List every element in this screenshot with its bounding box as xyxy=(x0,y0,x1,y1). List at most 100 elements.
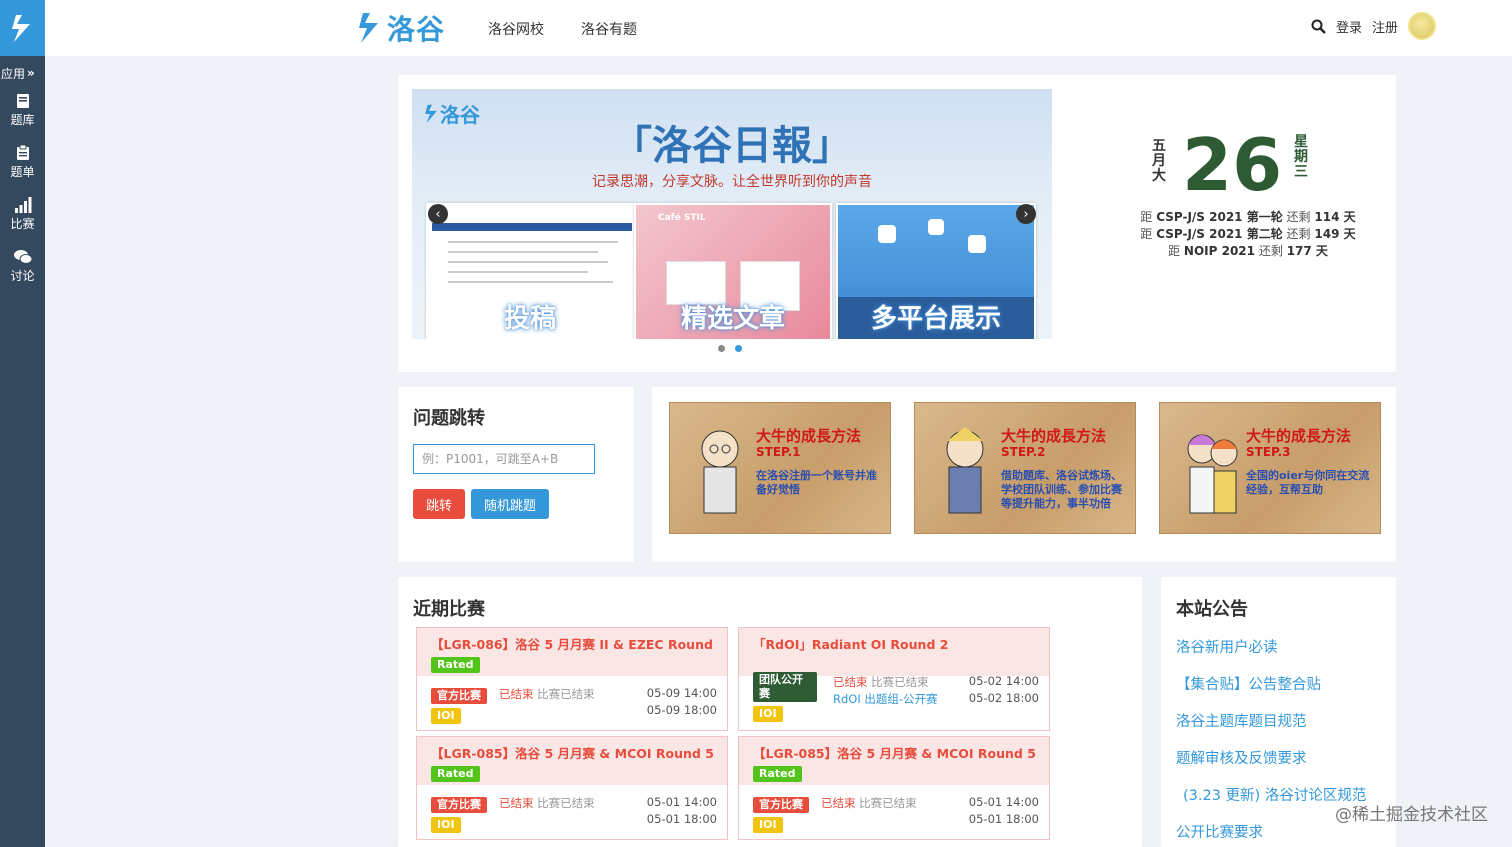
sidebar-item-label: 题库 xyxy=(10,112,35,127)
logo-text: 洛谷 xyxy=(387,13,446,46)
nav-link-school[interactable]: 洛谷网校 xyxy=(488,19,544,39)
avatar[interactable] xyxy=(1408,12,1436,40)
slide-submit[interactable]: 投稿 xyxy=(426,203,634,339)
slide-featured[interactable]: Café STIL 精选文章 xyxy=(634,203,832,339)
countdown-list: 距 CSP-J/S 2021 第一轮 还剩 114 天 距 CSP-J/S 20… xyxy=(1098,209,1398,260)
contest-format-badge: IOI xyxy=(753,817,783,833)
contest-type-badge: 团队公开赛 xyxy=(753,672,817,702)
apps-toggle[interactable]: 应用 » xyxy=(0,56,45,84)
comments-icon xyxy=(13,249,32,264)
countdown-item: 距 NOIP 2021 还剩 177 天 xyxy=(1168,244,1328,258)
search-icon[interactable] xyxy=(1311,19,1326,34)
problem-jump-card: 问题跳转 例：P1001，可跳至A+B 跳转 随机跳题 xyxy=(398,387,634,562)
luogu-logo-icon xyxy=(11,15,30,42)
sidebar-item-contests[interactable]: 比赛 xyxy=(0,188,45,240)
announcements-title: 本站公告 xyxy=(1176,599,1248,620)
recent-contests-title: 近期比赛 xyxy=(413,599,485,620)
jump-button[interactable]: 跳转 xyxy=(413,489,465,519)
carousel-dot[interactable] xyxy=(718,345,725,352)
problem-jump-input[interactable]: 例：P1001，可跳至A+B xyxy=(413,444,595,474)
contest-type-badge: 官方比赛 xyxy=(431,797,487,813)
contest-type-badge: 官方比赛 xyxy=(431,688,487,704)
recent-contests-card: 近期比赛 【LGR-086】洛谷 5 月月赛 II & EZEC Round 8… xyxy=(398,577,1142,847)
cartoon-figure-icon xyxy=(946,427,984,514)
banner-subtitle: 记录思潮，分享文脉。让全世界听到你的声音 xyxy=(592,174,872,190)
sidebar-item-discuss[interactable]: 讨论 xyxy=(0,240,45,292)
sidebar-item-problems[interactable]: 题库 xyxy=(0,84,45,136)
step-image-3[interactable]: 大牛的成長方法 STEP.3 全国的oier与你同在交流经验，互帮互助 xyxy=(1159,402,1381,534)
random-jump-button[interactable]: 随机跳题 xyxy=(471,489,549,519)
step-title: 大牛的成長方法 xyxy=(756,427,862,445)
day-number: 26 xyxy=(1182,123,1283,207)
site-logo[interactable]: 洛谷 xyxy=(357,8,445,48)
lunar-month: 五月大 xyxy=(1152,138,1166,184)
carousel-dot-active[interactable] xyxy=(735,345,742,352)
top-header: 洛谷 洛谷网校 洛谷有题 登录 注册 xyxy=(45,0,1512,56)
step-image-1[interactable]: 大牛的成長方法 STEP.1 在洛谷注册一个账号并准备好觉悟 xyxy=(669,402,891,534)
contest-status: 已结束 比赛已结束 xyxy=(833,675,929,689)
date-display: 五月大 26 星期三 xyxy=(1152,125,1352,205)
step-title: 大牛的成長方法 xyxy=(1001,427,1107,445)
nav-link-youti[interactable]: 洛谷有题 xyxy=(581,19,637,39)
cartoon-figure-icon xyxy=(1187,434,1238,514)
carousel-next-button[interactable]: › xyxy=(1016,204,1036,224)
carousel-prev-button[interactable]: ‹ xyxy=(428,204,448,224)
cartoon-figure-icon xyxy=(701,430,739,514)
step-image-2[interactable]: 大牛的成長方法 STEP.2 借助题库、洛谷试炼场、学校团队训练、参加比赛等提升… xyxy=(914,402,1136,534)
slide-label: 精选文章 xyxy=(680,304,785,334)
rated-badge: Rated xyxy=(753,766,802,782)
contest-name[interactable]: 【LGR-086】洛谷 5 月月赛 II & EZEC Round 8 xyxy=(431,634,713,653)
growth-steps-card: 大牛的成長方法 STEP.1 在洛谷注册一个账号并准备好觉悟 大牛的成長方法 S… xyxy=(652,387,1396,562)
contest-status: 已结束 比赛已结束 xyxy=(499,796,595,810)
step-number: STEP.1 xyxy=(756,445,801,459)
step-description: 在洛谷注册一个账号并准备好觉悟 xyxy=(756,469,877,496)
announcement-link[interactable]: 洛谷新用户必读 xyxy=(1176,636,1278,657)
luogu-logo-icon xyxy=(359,13,378,43)
weekday: 星期三 xyxy=(1294,134,1308,180)
double-chevron-right-icon: » xyxy=(27,66,35,80)
contest-host-link[interactable]: RdOI 出题组-公开赛 xyxy=(833,691,938,707)
contest-status: 已结束 比赛已结束 xyxy=(499,687,595,701)
contest-time: 05-01 14:00 05-01 18:00 xyxy=(968,795,1039,826)
bar-chart-icon xyxy=(14,196,31,213)
register-link[interactable]: 注册 xyxy=(1372,17,1398,36)
contest-card[interactable]: 【LGR-085】洛谷 5 月月赛 & MCOI Round 5 Div.2 R… xyxy=(416,736,728,840)
contest-card[interactable]: 【LGR-085】洛谷 5 月月赛 & MCOI Round 5 Div.1 R… xyxy=(738,736,1050,840)
announcement-link[interactable]: 洛谷主题库题目规范 xyxy=(1176,710,1307,731)
banner-title: 「洛谷日報」 xyxy=(612,122,852,169)
step-number: STEP.2 xyxy=(1001,445,1046,459)
sidebar-item-label: 讨论 xyxy=(10,268,35,283)
contest-time: 05-02 14:00 05-02 18:00 xyxy=(968,674,1039,705)
header-user-area: 登录 注册 xyxy=(1311,12,1436,40)
contest-name[interactable]: 「RdOI」Radiant OI Round 2 xyxy=(753,634,1035,653)
contest-format-badge: IOI xyxy=(431,817,461,833)
step-description: 借助题库、洛谷试炼场、学校团队训练、参加比赛等提升能力，事半功倍 xyxy=(1001,469,1122,510)
slide-caption: Café STIL xyxy=(658,213,706,223)
contest-time: 05-01 14:00 05-01 18:00 xyxy=(646,795,717,826)
announcement-link[interactable]: 公开比赛要求 xyxy=(1176,821,1263,842)
luogu-home-logo[interactable] xyxy=(0,0,45,56)
problem-jump-title: 问题跳转 xyxy=(413,408,485,429)
slide-label: 多平台展示 xyxy=(870,304,1001,334)
chevron-left-icon: ‹ xyxy=(435,206,441,222)
sidebar-item-training[interactable]: 题单 xyxy=(0,136,45,188)
contest-format-badge: IOI xyxy=(431,708,461,724)
contest-name[interactable]: 【LGR-085】洛谷 5 月月赛 & MCOI Round 5 Div.2 xyxy=(431,743,713,762)
contest-name[interactable]: 【LGR-085】洛谷 5 月月赛 & MCOI Round 5 Div.1 xyxy=(753,743,1035,762)
announcement-link[interactable]: 【集合贴】公告整合贴 xyxy=(1176,673,1321,694)
contest-type-badge: 官方比赛 xyxy=(753,797,809,813)
daily-banner-carousel[interactable]: 洛谷 「洛谷日報」 记录思潮，分享文脉。让全世界听到你的声音 投稿 Café S… xyxy=(412,89,1052,339)
slide-label: 投稿 xyxy=(503,304,556,334)
login-link[interactable]: 登录 xyxy=(1336,17,1362,36)
contest-status: 已结束 比赛已结束 xyxy=(821,796,917,810)
rated-badge: Rated xyxy=(431,657,480,673)
banner-card: 洛谷 「洛谷日報」 记录思潮，分享文脉。让全世界听到你的声音 投稿 Café S… xyxy=(398,75,1396,372)
step-number: STEP.3 xyxy=(1246,445,1291,459)
countdown-item: 距 CSP-J/S 2021 第二轮 还剩 149 天 xyxy=(1140,227,1356,241)
contest-card[interactable]: 「RdOI」Radiant OI Round 2 团队公开赛 IOI 已结束 比赛… xyxy=(738,627,1050,731)
step-title: 大牛的成長方法 xyxy=(1246,427,1352,445)
slide-platforms[interactable]: 多平台展示 xyxy=(836,203,1036,339)
countdown-item: 距 CSP-J/S 2021 第一轮 还剩 114 天 xyxy=(1140,210,1356,224)
announcement-link[interactable]: 题解审核及反馈要求 xyxy=(1176,747,1307,768)
contest-card[interactable]: 【LGR-086】洛谷 5 月月赛 II & EZEC Round 8 Rate… xyxy=(416,627,728,731)
